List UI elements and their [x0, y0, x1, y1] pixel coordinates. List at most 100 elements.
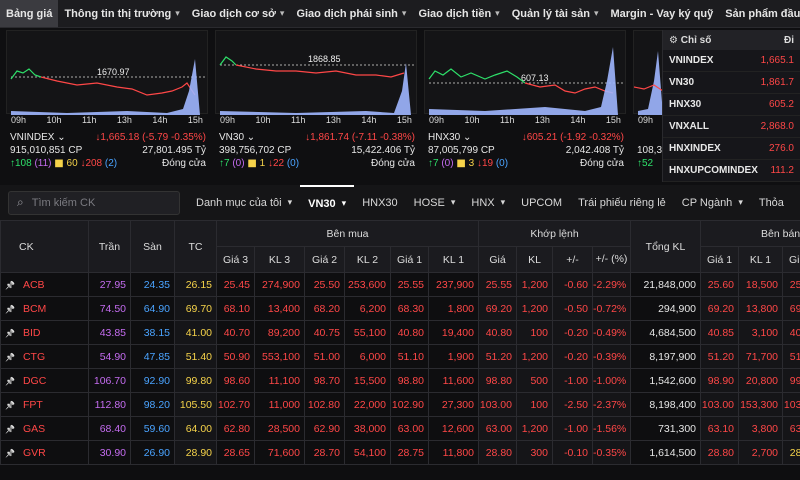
tab-upcom[interactable]: UPCOM	[513, 185, 570, 220]
header-gia3[interactable]: Giá 3	[216, 246, 255, 273]
settings-icon[interactable]: ⚙	[669, 35, 678, 46]
header-change[interactable]: +/-	[552, 246, 593, 273]
cell-b2[interactable]: 25.50	[304, 272, 345, 297]
cell-s2[interactable]: 40.90	[782, 320, 800, 345]
cell-s2[interactable]: 51.30	[782, 344, 800, 369]
cell-b1[interactable]: 51.10	[390, 344, 429, 369]
stock-symbol-cell[interactable]: 📌 GVR	[0, 440, 89, 465]
header-gia2[interactable]: Giá 2	[304, 246, 345, 273]
pin-icon[interactable]: 📌	[5, 401, 15, 410]
cell-sk1[interactable]: 18,500	[738, 272, 784, 297]
cell-bk2[interactable]: 6,000	[344, 344, 391, 369]
pin-icon[interactable]: 📌	[5, 425, 15, 434]
tab-vn30[interactable]: VN30 ▾	[300, 185, 355, 220]
table-row[interactable]: 📌 GVR 30.90 26.90 28.90 28.65 71,600 28.70 54,10…	[0, 440, 800, 465]
pin-icon[interactable]: 📌	[5, 305, 15, 314]
cell-s2[interactable]: 103.10	[782, 392, 800, 417]
cell-bk2[interactable]: 15,500	[344, 368, 391, 393]
tab-danh-muc[interactable]: Danh mục của tôi ▾	[188, 185, 300, 220]
cell-s1[interactable]: 63.10	[700, 416, 740, 441]
cell-bk3[interactable]: 89,200	[254, 320, 305, 345]
cell-bk3[interactable]: 11,100	[254, 368, 305, 393]
header-ck[interactable]: CK	[0, 220, 89, 273]
cell-sk1[interactable]: 71,700	[738, 344, 784, 369]
header-kl[interactable]: KL	[516, 246, 553, 273]
cell-bk1[interactable]: 1,900	[428, 344, 479, 369]
cell-b2[interactable]: 28.70	[304, 440, 345, 465]
table-row[interactable]: 📌 BCM 74.50 64.90 69.70 68.10 13,400 68.20 6,200…	[0, 296, 800, 321]
stock-symbol-cell[interactable]: 📌 GAS	[0, 416, 89, 441]
cell-bk1[interactable]: 27,300	[428, 392, 479, 417]
cell-s2[interactable]: 69.30	[782, 296, 800, 321]
cell-bk1[interactable]: 19,400	[428, 320, 479, 345]
cell-sk1[interactable]: 3,100	[738, 320, 784, 345]
chevron-down-icon[interactable]: ⌄	[57, 132, 65, 143]
cell-s1[interactable]: 51.20	[700, 344, 740, 369]
chevron-down-icon[interactable]: ⌄	[463, 132, 471, 143]
tab-hose[interactable]: HOSE ▾	[406, 185, 464, 220]
cell-b1[interactable]: 63.00	[390, 416, 429, 441]
cell-b3[interactable]: 25.45	[216, 272, 255, 297]
header-kl2[interactable]: KL 2	[344, 246, 391, 273]
cell-sk1[interactable]: 2,700	[738, 440, 784, 465]
cell-b2[interactable]: 98.70	[304, 368, 345, 393]
cell-b3[interactable]: 50.90	[216, 344, 255, 369]
cell-b2[interactable]: 102.80	[304, 392, 345, 417]
header-change-pct[interactable]: +/- (%)	[591, 246, 632, 273]
cell-bk2[interactable]: 54,100	[344, 440, 391, 465]
cell-s1[interactable]: 40.85	[700, 320, 740, 345]
nav-giao-dich-phai-sinh[interactable]: Giao dịch phái sinh ▾	[290, 0, 412, 27]
cell-s1[interactable]: 98.90	[700, 368, 740, 393]
stock-symbol-cell[interactable]: 📌 BCM	[0, 296, 89, 321]
cell-b1[interactable]: 68.30	[390, 296, 429, 321]
cell-sk1[interactable]: 13,800	[738, 296, 784, 321]
table-row[interactable]: 📌 CTG 54.90 47.85 51.40 50.90 553,100 51.00 6,00…	[0, 344, 800, 369]
cell-b2[interactable]: 62.90	[304, 416, 345, 441]
cell-b1[interactable]: 102.90	[390, 392, 429, 417]
chevron-down-icon[interactable]: ⌄	[247, 132, 255, 143]
tab-cp-nganh[interactable]: CP Ngành ▾	[674, 185, 751, 220]
cell-b1[interactable]: 40.80	[390, 320, 429, 345]
stock-symbol-cell[interactable]: 📌 CTG	[0, 344, 89, 369]
cell-bk2[interactable]: 22,000	[344, 392, 391, 417]
cell-b2[interactable]: 51.00	[304, 344, 345, 369]
cell-bk3[interactable]: 11,000	[254, 392, 305, 417]
cell-s2[interactable]: 99.00	[782, 368, 800, 393]
cell-b3[interactable]: 98.60	[216, 368, 255, 393]
cell-bk3[interactable]: 71,600	[254, 440, 305, 465]
header-sell-gia1[interactable]: Giá 1	[700, 246, 740, 273]
header-sell-gia2[interactable]: Giá 2	[782, 246, 800, 273]
cell-sk1[interactable]: 153,300	[738, 392, 784, 417]
search-box[interactable]: ⌕	[8, 190, 180, 215]
cell-s2[interactable]: 63.20	[782, 416, 800, 441]
cell-b2[interactable]: 68.20	[304, 296, 345, 321]
nav-margin[interactable]: Margin - Vay ký quỹ	[604, 0, 719, 27]
cell-b1[interactable]: 28.75	[390, 440, 429, 465]
pin-icon[interactable]: 📌	[5, 281, 15, 290]
cell-sk1[interactable]: 20,800	[738, 368, 784, 393]
cell-bk1[interactable]: 11,600	[428, 368, 479, 393]
cell-s1[interactable]: 28.80	[700, 440, 740, 465]
cell-bk1[interactable]: 237,900	[428, 272, 479, 297]
cell-bk2[interactable]: 6,200	[344, 296, 391, 321]
cell-bk3[interactable]: 13,400	[254, 296, 305, 321]
cell-b3[interactable]: 62.80	[216, 416, 255, 441]
cell-bk3[interactable]: 28,500	[254, 416, 305, 441]
table-row[interactable]: 📌 FPT 112.80 98.20 105.50 102.70 11,000 102.80 2…	[0, 392, 800, 417]
search-input[interactable]	[31, 196, 162, 209]
pin-icon[interactable]: 📌	[5, 377, 15, 386]
header-gia[interactable]: Giá	[478, 246, 517, 273]
cell-b3[interactable]: 102.70	[216, 392, 255, 417]
cell-s1[interactable]: 103.00	[700, 392, 740, 417]
index-panel-hnx30[interactable]: 607.13 09h 10h 11h 13h 14h 15h HNX30 ⌄ ↓605.21…	[424, 30, 626, 182]
index-panel-partial[interactable]: 09h 108,3 ↑52	[633, 30, 662, 182]
pin-icon[interactable]: 📌	[5, 329, 15, 338]
cell-b1[interactable]: 98.80	[390, 368, 429, 393]
header-tc[interactable]: TC	[174, 220, 217, 273]
pin-icon[interactable]: 📌	[5, 449, 15, 458]
nav-giao-dich-co-so[interactable]: Giao dịch cơ sở ▾	[186, 0, 291, 27]
header-tong-kl[interactable]: Tổng KL	[630, 220, 702, 273]
side-row-hnx30[interactable]: HNX30 605.2	[663, 94, 800, 116]
cell-bk3[interactable]: 274,900	[254, 272, 305, 297]
table-row[interactable]: 📌 DGC 106.70 92.90 99.80 98.60 11,100 98.70 15,5…	[0, 368, 800, 393]
